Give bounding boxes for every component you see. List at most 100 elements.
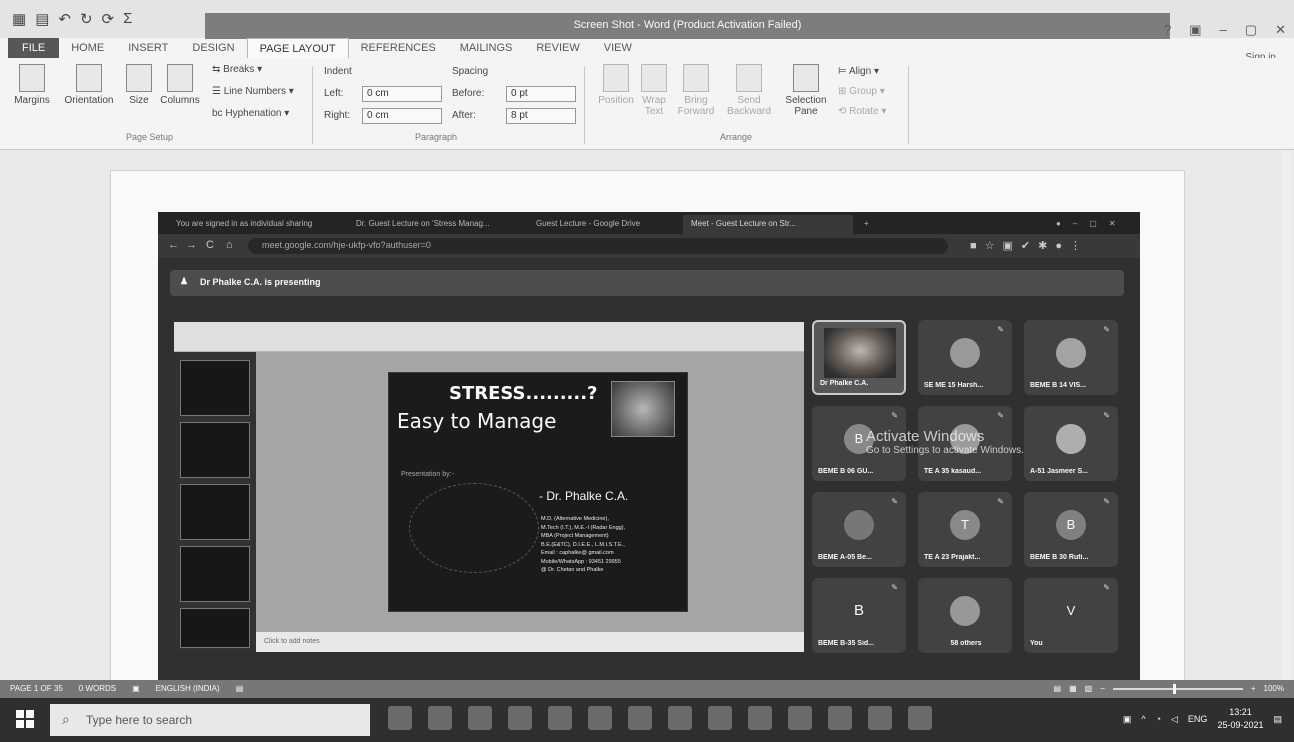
notifications-icon[interactable]: ▤ <box>1273 714 1282 725</box>
file-icon[interactable] <box>748 706 772 730</box>
orientation-button[interactable]: Orientation <box>60 64 118 106</box>
zoom-slider-thumb[interactable] <box>1172 683 1176 694</box>
vertical-scrollbar[interactable] <box>1282 150 1292 680</box>
participant-tile-others[interactable]: 58 others <box>918 578 1012 653</box>
read-mode-icon[interactable]: ▤ <box>1054 684 1062 693</box>
excel-icon[interactable] <box>668 706 692 730</box>
proofing-icon[interactable]: ▣ <box>132 684 140 693</box>
tab-mailings[interactable]: MAILINGS <box>448 38 525 58</box>
store-icon[interactable] <box>548 706 572 730</box>
input-language[interactable]: ENG <box>1188 714 1208 724</box>
reload-icon[interactable]: C <box>206 239 214 251</box>
participant-tile-speaker[interactable]: Dr Phalke C.A. <box>812 320 906 395</box>
participant-tile[interactable]: ✎ A-51 Jasmeer S... <box>1024 406 1118 481</box>
group-button[interactable]: ⊞ Group ▾ <box>838 86 885 97</box>
zoom-slider[interactable] <box>1112 683 1243 694</box>
windows-start-icon[interactable] <box>16 710 34 728</box>
tab-page-layout[interactable]: PAGE LAYOUT <box>246 38 349 58</box>
tab-view[interactable]: VIEW <box>592 38 644 58</box>
new-tab-icon[interactable]: + <box>856 215 876 234</box>
indent-right-input[interactable]: 0 cm <box>362 108 442 124</box>
participant-tile[interactable]: ✎ T TE A 23 Prajakt... <box>918 492 1012 567</box>
browser-tab[interactable]: Guest Lecture - Google Drive <box>528 215 678 234</box>
extension-icons[interactable]: ■☆▣✔✱●⋮ <box>970 239 1089 252</box>
ppt-notes[interactable]: Click to add notes <box>256 632 804 652</box>
word-count[interactable]: 0 WORDS <box>79 684 116 693</box>
tray-app-icon[interactable]: ▣ <box>1123 714 1132 725</box>
participant-tile-self[interactable]: ✎ V You <box>1024 578 1118 653</box>
rotate-button[interactable]: ⟲ Rotate ▾ <box>838 106 886 117</box>
repeat-icon[interactable]: ⟳ <box>102 10 115 28</box>
minimize-icon[interactable]: – <box>1220 22 1227 38</box>
edge-icon[interactable] <box>468 706 492 730</box>
align-button[interactable]: ⊨ Align ▾ <box>838 66 879 77</box>
redo-icon[interactable]: ↻ <box>80 10 93 28</box>
hyphenation-button[interactable]: bc Hyphenation ▾ <box>212 108 289 119</box>
media-icon[interactable] <box>868 706 892 730</box>
mail-icon[interactable] <box>588 706 612 730</box>
help-icon[interactable]: ? <box>1164 22 1171 38</box>
margins-button[interactable]: Margins <box>8 64 56 106</box>
url-bar[interactable]: meet.google.com/hje-ukfp-vfo?authuser=0 <box>248 238 948 254</box>
show-hidden-icons[interactable]: ^ <box>1141 714 1145 724</box>
tab-home[interactable]: HOME <box>59 38 116 58</box>
tab-design[interactable]: DESIGN <box>180 38 246 58</box>
cortana-icon[interactable] <box>388 706 412 730</box>
send-backward-button[interactable]: Send Backward <box>722 64 776 117</box>
macro-icon[interactable]: ▤ <box>236 684 244 693</box>
spacing-before-input[interactable]: 0 pt <box>506 86 576 102</box>
spacing-after-input[interactable]: 8 pt <box>506 108 576 124</box>
undo-icon[interactable]: ↶ <box>58 10 71 28</box>
participant-tile[interactable]: ✎ B BEME B 30 Ruti... <box>1024 492 1118 567</box>
columns-button[interactable]: Columns <box>158 64 202 106</box>
zoom-in-icon[interactable]: + <box>1251 684 1256 693</box>
browser-tab-active[interactable]: Meet - Guest Lecture on Str... <box>683 215 853 234</box>
close-icon[interactable]: ✕ <box>1275 22 1286 38</box>
clock[interactable]: 13:21 25-09-2021 <box>1217 706 1263 732</box>
slide-thumbnail[interactable] <box>180 422 250 478</box>
maximize-icon[interactable]: ▢ <box>1245 22 1257 38</box>
language-indicator[interactable]: ENGLISH (INDIA) <box>156 684 220 693</box>
position-button[interactable]: Position <box>596 64 636 106</box>
print-layout-icon[interactable]: ▦ <box>1069 684 1077 693</box>
participant-tile[interactable]: ✎ BEME A-05 Be... <box>812 492 906 567</box>
participant-tile[interactable]: ✎ BEME B 14 VIS... <box>1024 320 1118 395</box>
photos-icon[interactable] <box>508 706 532 730</box>
browser-tab[interactable]: Dr. Guest Lecture on 'Stress Manag... <box>348 215 523 234</box>
breaks-button[interactable]: ⇆ Breaks ▾ <box>212 64 262 75</box>
tab-insert[interactable]: INSERT <box>116 38 180 58</box>
save-icon[interactable]: ▤ <box>35 10 49 28</box>
line-numbers-button[interactable]: ☰ Line Numbers ▾ <box>212 86 294 97</box>
sum-icon[interactable]: Σ <box>123 10 132 28</box>
network-icon[interactable]: ◔ <box>1156 714 1161 724</box>
wrap-text-button[interactable]: Wrap Text <box>638 64 670 117</box>
browser-tab[interactable]: You are signed in as individual sharing <box>168 215 343 234</box>
participant-tile[interactable]: ✎ SE ME 15 Harsh... <box>918 320 1012 395</box>
slide-thumbnail[interactable] <box>180 608 250 648</box>
terminal-icon[interactable] <box>828 706 852 730</box>
tab-file[interactable]: FILE <box>8 38 60 58</box>
zoom-level[interactable]: 100% <box>1264 684 1284 693</box>
speaker-icon[interactable]: ◁ <box>1171 714 1178 725</box>
word-taskbar-icon[interactable] <box>908 706 932 730</box>
forward-icon[interactable]: → <box>186 239 197 251</box>
home-icon[interactable]: ⌂ <box>226 239 233 251</box>
task-view-icon[interactable] <box>428 706 452 730</box>
slide-thumbnail[interactable] <box>180 546 250 602</box>
web-layout-icon[interactable]: ▧ <box>1085 684 1093 693</box>
slide-thumbnail[interactable] <box>180 360 250 416</box>
participant-tile[interactable]: ✎ B BEME B-35 Sid... <box>812 578 906 653</box>
slide-thumbnail[interactable] <box>180 484 250 540</box>
browser-window-controls[interactable]: ●–▢✕ <box>1048 215 1138 234</box>
tab-references[interactable]: REFERENCES <box>349 38 448 58</box>
chrome-icon[interactable] <box>788 706 812 730</box>
taskbar-search[interactable]: ⌕ Type here to search <box>50 704 370 736</box>
page-count[interactable]: PAGE 1 OF 35 <box>10 684 63 693</box>
size-button[interactable]: Size <box>124 64 154 106</box>
vlc-icon[interactable] <box>628 706 652 730</box>
back-icon[interactable]: ← <box>168 239 179 251</box>
zoom-out-icon[interactable]: − <box>1100 684 1105 693</box>
acrobat-icon[interactable] <box>708 706 732 730</box>
bring-forward-button[interactable]: Bring Forward <box>672 64 720 117</box>
tab-review[interactable]: REVIEW <box>524 38 591 58</box>
